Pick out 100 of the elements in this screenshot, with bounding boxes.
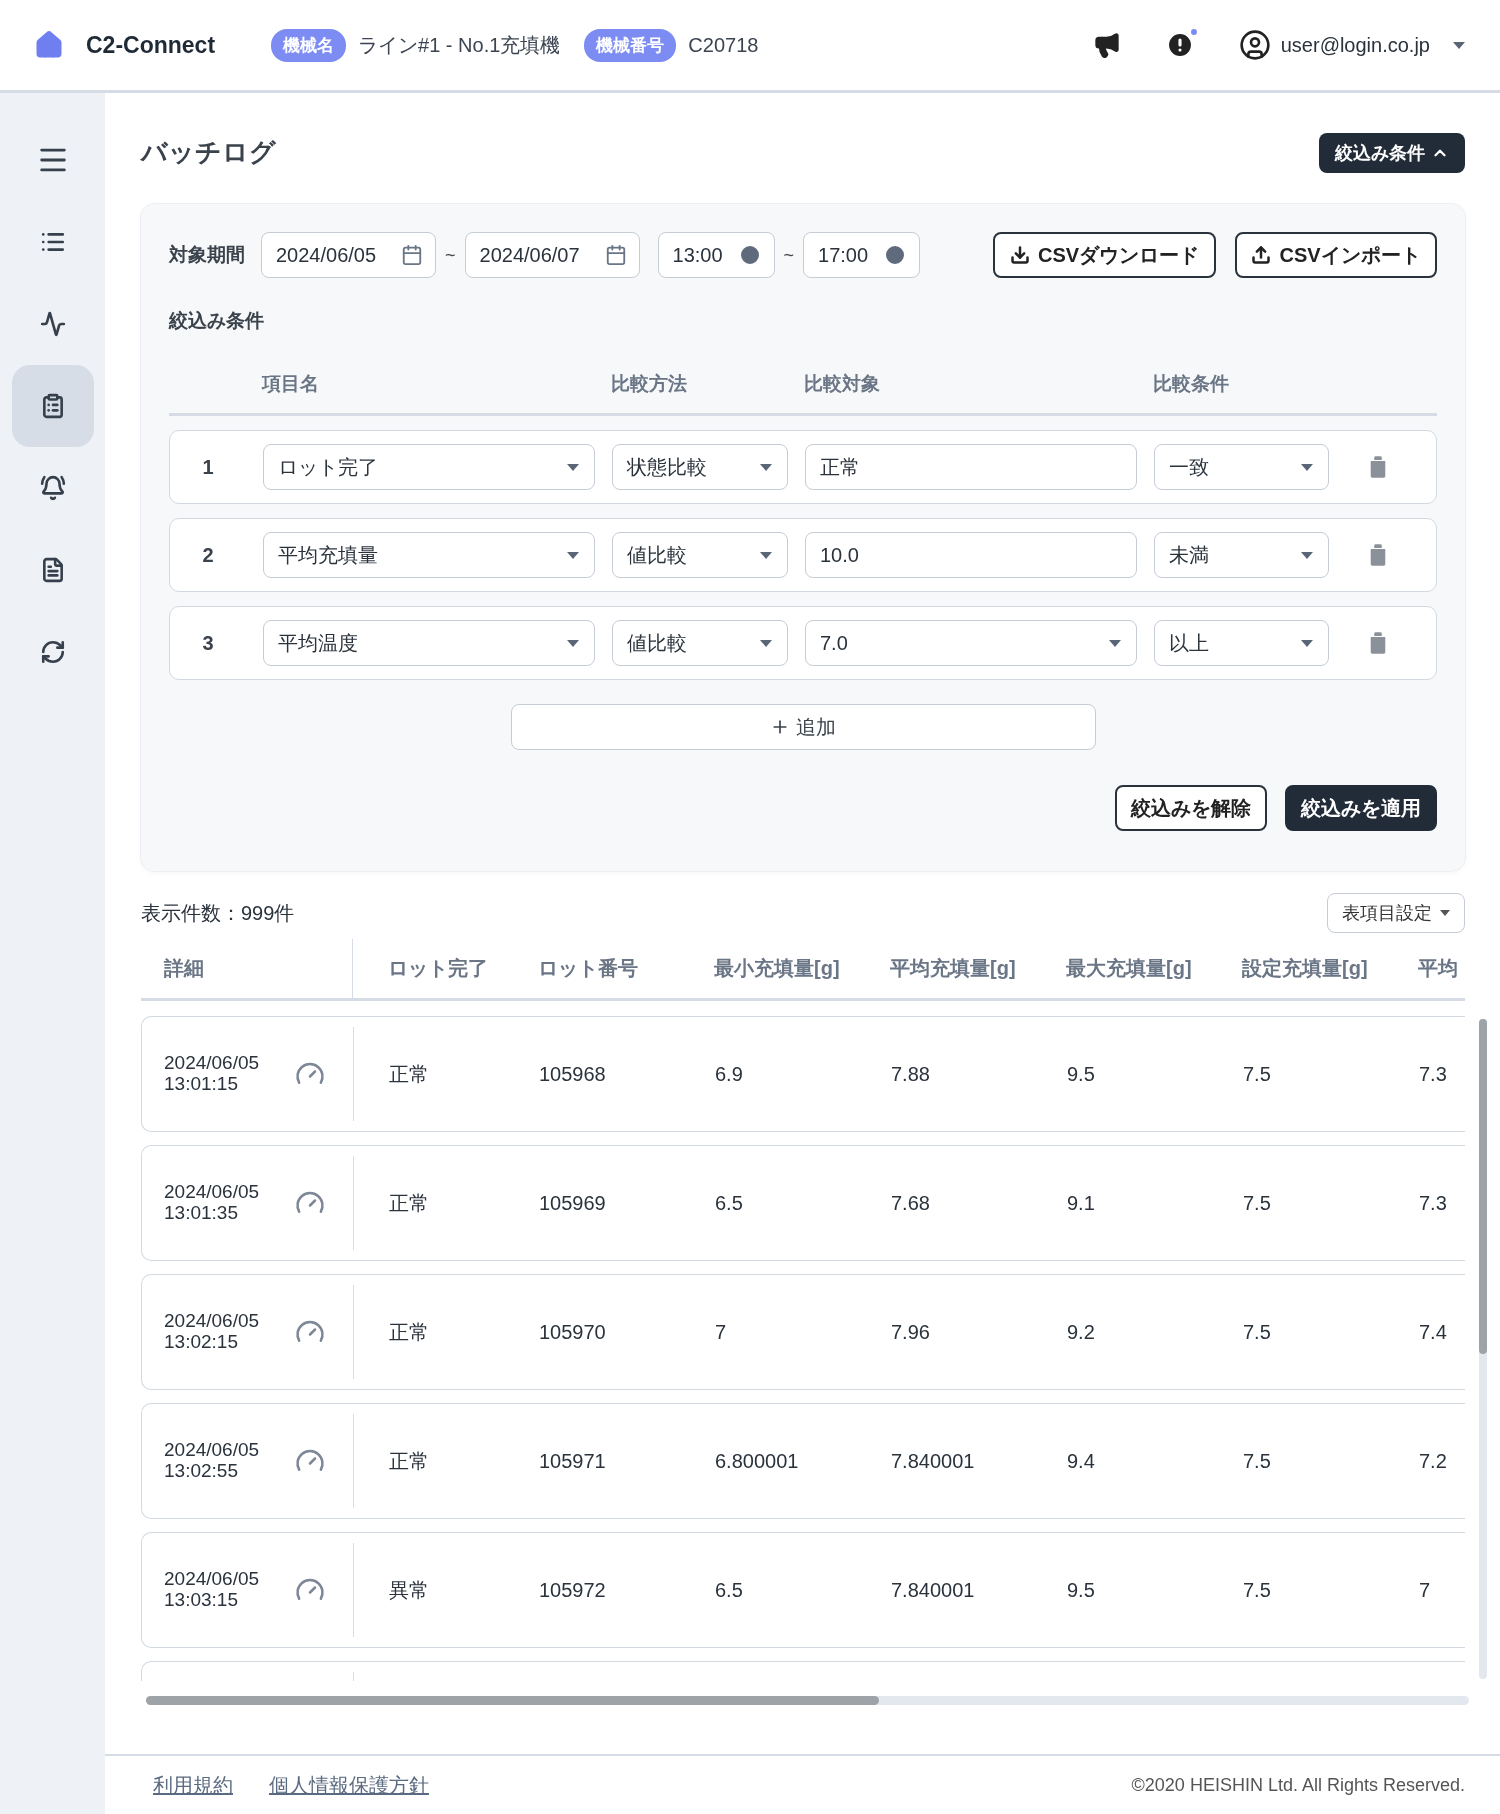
table-cell-text: 7.5 <box>1242 1578 1272 1602</box>
megaphone-icon[interactable] <box>1092 31 1121 59</box>
caret-icon <box>759 638 773 648</box>
table-cell-text: 7.88 <box>890 1062 931 1086</box>
table-cell-text: 9.5 <box>1066 1578 1096 1602</box>
table-cell-text: 7.5 <box>1242 1191 1272 1215</box>
csv-download-button[interactable]: CSVダウンロード <box>993 232 1216 278</box>
table-cell-text: 7 <box>1418 1578 1432 1602</box>
bell-icon <box>39 475 66 501</box>
target-field[interactable]: 正常 <box>805 444 1137 490</box>
datetime-cell-text: 2024/06/05 13:02:15 <box>164 1311 261 1353</box>
table-cell-text: 正常 <box>388 1190 430 1216</box>
period-label: 対象期間 <box>169 243 245 267</box>
item-select[interactable]: 平均温度 <box>263 620 595 666</box>
table-cell-text: 7.840001 <box>890 1578 976 1602</box>
table-cell-text: 7.68 <box>890 1191 931 1215</box>
column-header: ロット完了 <box>387 956 489 981</box>
column-header: 詳細 <box>141 939 353 998</box>
table-cell-text: 7.3 <box>1418 1191 1448 1215</box>
vertical-scrollbar[interactable] <box>1479 1019 1487 1679</box>
column-header: 最小充填量[g] <box>713 956 841 981</box>
column-header: 項目名 <box>262 371 320 396</box>
machine-number: C20718 <box>688 33 759 57</box>
method-select[interactable]: 値比較 <box>612 532 788 578</box>
refresh-icon <box>39 639 66 665</box>
user-email[interactable]: user@login.co.jp <box>1280 33 1430 57</box>
target-field[interactable]: 10.0 <box>805 532 1137 578</box>
table-cell-text: 9.1 <box>1066 1191 1096 1215</box>
table-cell-text: 7.5 <box>1242 1320 1272 1344</box>
column-settings-button[interactable]: 表項目設定 <box>1327 893 1465 933</box>
machine-number-label: 機械番号 <box>584 28 677 62</box>
table-cell-text: 異常 <box>388 1577 430 1603</box>
page-title: バッチログ <box>141 136 276 169</box>
method-select[interactable]: 値比較 <box>612 620 788 666</box>
download-icon <box>1009 245 1030 265</box>
table-cell-text: 6.800001 <box>714 1449 800 1473</box>
app-name: C2-Connect <box>86 31 216 59</box>
caret-icon <box>1300 638 1314 648</box>
column-header: 平均 <box>1417 956 1459 981</box>
footer-link[interactable]: 利用規約 <box>153 1771 233 1799</box>
table-cell-text: 105972 <box>538 1578 607 1602</box>
column-header: 設定充填量[g] <box>1241 956 1369 981</box>
table-cell-text: 105968 <box>538 1062 607 1086</box>
horizontal-scrollbar[interactable] <box>146 1696 1469 1705</box>
line-chart-icon <box>39 311 66 337</box>
clipboard-clock-nav-item[interactable] <box>11 365 94 447</box>
table-cell-text: 6.5 <box>714 1578 744 1602</box>
caret-icon <box>1440 910 1450 916</box>
user-icon[interactable] <box>1238 29 1271 61</box>
target-select[interactable]: 7.0 <box>805 620 1137 666</box>
condition-select[interactable]: 一致 <box>1154 444 1329 490</box>
table-cell-text: 6.9 <box>714 1062 744 1086</box>
column-header: 比較方法 <box>611 371 688 396</box>
table-cell-text: 正常 <box>388 1061 430 1087</box>
column-header: 比較条件 <box>1153 371 1230 396</box>
range-separator: ~ <box>783 244 795 266</box>
clear-filter-button[interactable]: 絞込みを解除 <box>1115 785 1267 831</box>
result-count: 表示件数：999件 <box>141 900 295 926</box>
table-cell-text: 7 <box>714 1320 728 1344</box>
apply-filter-button[interactable]: 絞込みを適用 <box>1285 785 1437 831</box>
calendar-icon <box>401 244 423 266</box>
caret-icon <box>1300 462 1314 472</box>
column-header: 平均充填量[g] <box>889 956 1017 981</box>
time-to-field[interactable]: 17:00 <box>803 232 921 278</box>
condition-select[interactable]: 未満 <box>1154 532 1329 578</box>
column-header: 比較対象 <box>804 371 881 396</box>
item-select[interactable]: 平均充填量 <box>263 532 595 578</box>
table-cell-text: 9.2 <box>1066 1320 1096 1344</box>
filter-toggle-button[interactable]: 絞込み条件 <box>1319 132 1465 173</box>
datetime-cell-text: 2024/06/05 13:02:55 <box>164 1440 261 1482</box>
item-select[interactable]: ロット完了 <box>263 444 595 490</box>
add-condition-button[interactable]: 追加 <box>510 704 1096 750</box>
row-number: 2 <box>201 543 215 567</box>
table-cell-text: 7.5 <box>1242 1062 1272 1086</box>
caret-icon <box>566 638 580 648</box>
table-cell-text: 7.96 <box>890 1320 931 1344</box>
footer-link[interactable]: 個人情報保護方針 <box>269 1771 429 1799</box>
table-cell-text: 105970 <box>538 1320 607 1344</box>
caret-icon <box>1300 550 1314 560</box>
caret-icon <box>566 550 580 560</box>
method-select[interactable]: 状態比較 <box>612 444 788 490</box>
condition-select[interactable]: 以上 <box>1154 620 1329 666</box>
table-cell-text: 9.4 <box>1066 1449 1096 1473</box>
calendar-icon <box>604 244 627 266</box>
date-to-field[interactable]: 2024/06/07 <box>464 232 640 278</box>
machine-name: ライン#1 - No.1充填機 <box>358 32 561 58</box>
range-separator: ~ <box>445 244 456 266</box>
csv-import-button[interactable]: CSVインポート <box>1235 232 1437 278</box>
row-number: 1 <box>201 455 215 479</box>
table-cell-text: 105971 <box>538 1449 607 1473</box>
date-from-field[interactable]: 2024/06/05 <box>261 232 436 278</box>
datetime-cell-text: 2024/06/05 13:01:15 <box>164 1053 261 1095</box>
home-icon[interactable] <box>34 30 64 60</box>
table-cell-text: 7.4 <box>1418 1320 1448 1344</box>
caret-icon <box>1108 638 1122 648</box>
time-from-field[interactable]: 13:00 <box>657 232 775 278</box>
upload-icon <box>1251 245 1272 265</box>
datetime-cell-text: 2024/06/05 13:03:15 <box>164 1569 261 1611</box>
table-cell-text: 105969 <box>538 1191 607 1215</box>
table-cell-text: 7.5 <box>1242 1449 1272 1473</box>
